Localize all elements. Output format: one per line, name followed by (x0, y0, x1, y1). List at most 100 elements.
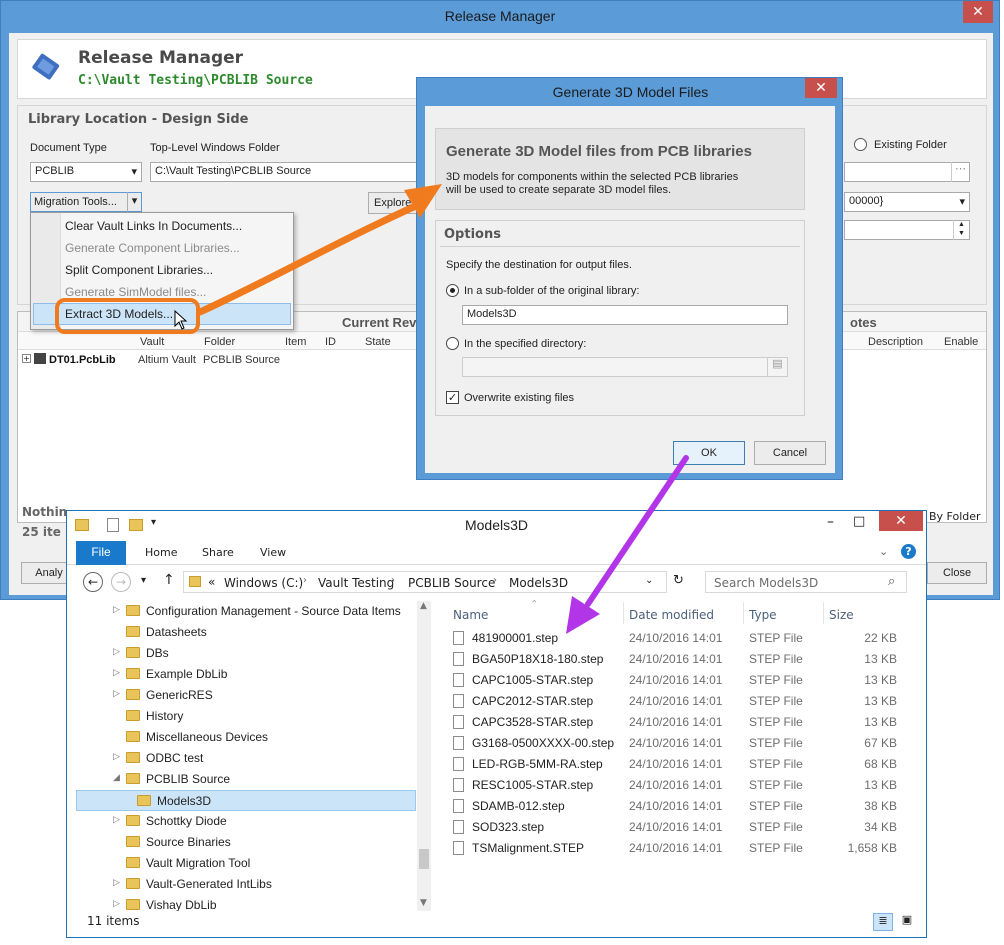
migration-tools-button[interactable]: Migration Tools... ▾ (30, 192, 142, 212)
sidebar-item[interactable]: ▷ GenericRES (67, 685, 415, 706)
chevron-right-icon[interactable]: › (391, 575, 395, 586)
sidebar-item[interactable]: History (67, 706, 415, 727)
browse-icon[interactable]: ⋯ (951, 162, 969, 182)
directory-input[interactable]: ▤ (462, 357, 788, 377)
folder-browse-icon[interactable]: ▤ (767, 357, 787, 377)
release-manager-titlebar[interactable]: Release Manager ✕ (1, 1, 999, 31)
maximize-icon[interactable]: □ (853, 514, 865, 529)
cancel-button[interactable]: Cancel (754, 441, 826, 465)
sidebar-item[interactable]: Datasheets (67, 622, 415, 643)
chevron-right-icon[interactable]: › (303, 575, 307, 586)
table-row[interactable]: CAPC2012-STAR.step 24/10/2016 14:01 STEP F… (439, 691, 926, 712)
tab-file[interactable]: File (76, 541, 126, 565)
sidebar-item[interactable]: Models3D (76, 790, 416, 811)
column-header-vault[interactable]: Vault (140, 336, 164, 348)
sidebar-item[interactable]: ▷ DBs (67, 643, 415, 664)
document-type-select[interactable]: PCBLIB ▾ (30, 162, 142, 182)
tab-view[interactable]: View (260, 546, 286, 559)
subfolder-radio[interactable] (446, 284, 459, 297)
existing-folder-input[interactable]: ⋯ (844, 162, 970, 182)
close-icon[interactable]: ✕ (879, 511, 923, 531)
chevron-up-icon[interactable]: ▲ (420, 601, 427, 611)
table-row[interactable]: LED-RGB-5MM-RA.step 24/10/2016 14:01 STEP … (439, 754, 926, 775)
breadcrumb[interactable]: « Windows (C:) › Vault Testing › PCBLIB … (183, 571, 667, 593)
close-button[interactable]: Close (927, 562, 987, 584)
chevron-right-icon[interactable]: › (493, 575, 497, 586)
chevron-right-icon[interactable]: ▷ (113, 646, 120, 657)
tab-share[interactable]: Share (202, 546, 234, 559)
menu-item-split-component-libraries[interactable]: Split Component Libraries... (65, 263, 213, 277)
column-header-date-modified[interactable]: Date modified (629, 608, 714, 622)
tab-home[interactable]: Home (145, 546, 177, 559)
chevron-down-icon[interactable]: ⌄ (645, 575, 653, 586)
table-row[interactable]: SDAMB-012.step 24/10/2016 14:01 STEP File 3… (439, 796, 926, 817)
chevron-down-icon[interactable]: ◢ (113, 772, 120, 783)
table-row[interactable]: G3168-0500XXXX-00.step 24/10/2016 14:01 ST… (439, 733, 926, 754)
up-icon[interactable]: ↑ (163, 572, 175, 588)
breadcrumb-overflow[interactable]: « (208, 575, 215, 589)
forward-icon[interactable]: → (111, 572, 131, 592)
details-view-icon[interactable]: ≣ (873, 913, 893, 931)
vault-folder-select[interactable]: 00000} ▾ (844, 192, 970, 212)
breadcrumb-item[interactable]: Vault Testing (318, 576, 394, 590)
existing-folder-radio[interactable] (854, 138, 867, 151)
chevron-right-icon[interactable]: ▷ (113, 877, 120, 888)
column-header-enable[interactable]: Enable (944, 336, 978, 348)
sidebar-item[interactable]: ▷ Schottky Diode (67, 811, 415, 832)
menu-item-generate-component-libraries[interactable]: Generate Component Libraries... (65, 241, 240, 255)
table-row[interactable]: BGA50P18X18-180.step 24/10/2016 14:01 STEP… (439, 649, 926, 670)
search-input[interactable]: Search Models3D ⌕ (705, 571, 907, 593)
chevron-right-icon[interactable]: ▷ (113, 898, 120, 909)
sidebar-item[interactable]: Source Binaries (67, 832, 415, 853)
refresh-icon[interactable]: ↻ (673, 573, 684, 588)
minimize-icon[interactable]: – (827, 514, 834, 530)
menu-item-generate-simmodel-files[interactable]: Generate SimModel files... (65, 285, 206, 299)
breadcrumb-item[interactable]: Windows (C:) (224, 576, 303, 590)
sidebar-item[interactable]: ▷ Example DbLib (67, 664, 415, 685)
folder-input[interactable]: C:\Vault Testing\PCBLIB Source (150, 162, 422, 182)
sidebar-item[interactable]: ▷ Configuration Management - Source Data … (67, 601, 415, 622)
chevron-right-icon[interactable]: ▷ (113, 688, 120, 699)
scrollbar-thumb[interactable] (419, 849, 429, 869)
table-row[interactable]: SOD323.step 24/10/2016 14:01 STEP File 34 K… (439, 817, 926, 838)
sidebar-item[interactable]: Vault Migration Tool (67, 853, 415, 874)
breadcrumb-item[interactable]: PCBLIB Source (408, 576, 495, 590)
close-icon[interactable]: ✕ (805, 78, 837, 98)
help-icon[interactable]: ? (901, 544, 916, 559)
column-header-type[interactable]: Type (749, 608, 777, 622)
column-header-id[interactable]: ID (325, 336, 336, 348)
ok-button[interactable]: OK (673, 441, 745, 465)
chevron-right-icon[interactable]: ▷ (113, 814, 120, 825)
breadcrumb-item[interactable]: Models3D (509, 576, 568, 590)
chevron-right-icon[interactable]: ▷ (113, 667, 120, 678)
chevron-down-icon[interactable]: ⌄ (879, 545, 888, 558)
table-row[interactable]: RESC1005-STAR.step 24/10/2016 14:01 STEP F… (439, 775, 926, 796)
column-header-size[interactable]: Size (829, 608, 854, 622)
table-row[interactable]: 481900001.step 24/10/2016 14:01 STEP File 2… (439, 628, 926, 649)
overwrite-checkbox[interactable]: ✓ (446, 391, 459, 404)
search-icon[interactable]: ⌕ (888, 574, 895, 589)
explorer-titlebar[interactable]: ▾ Models3D – □ ✕ (67, 511, 926, 541)
sidebar-item[interactable]: ▷ Vault-Generated IntLibs (67, 874, 415, 895)
spinner-icon[interactable]: ▲ ▼ (953, 220, 969, 240)
revision-stepper[interactable]: ▲ ▼ (844, 220, 970, 240)
chevron-down-icon[interactable]: ▼ (420, 898, 427, 908)
sidebar-item[interactable]: ▷ ODBC test (67, 748, 415, 769)
subfolder-input[interactable]: Models3D (462, 305, 788, 325)
chevron-right-icon[interactable]: ▷ (113, 751, 120, 762)
table-row[interactable]: CAPC3528-STAR.step 24/10/2016 14:01 STEP F… (439, 712, 926, 733)
column-header-description[interactable]: Description (868, 336, 923, 348)
nav-scrollbar[interactable]: ▲ ▼ (417, 601, 431, 911)
back-icon[interactable]: ← (83, 572, 103, 592)
column-header-name[interactable]: Name (453, 608, 488, 622)
sidebar-item[interactable]: Miscellaneous Devices (67, 727, 415, 748)
large-icons-view-icon[interactable]: ▣ (897, 913, 917, 931)
column-header-item[interactable]: Item (285, 336, 306, 348)
expand-icon[interactable]: + (22, 354, 31, 363)
chevron-right-icon[interactable]: ▷ (113, 604, 120, 615)
chevron-down-icon[interactable]: ▾ (141, 575, 146, 586)
column-header-folder[interactable]: Folder (204, 336, 235, 348)
menu-item-clear-vault-links[interactable]: Clear Vault Links In Documents... (65, 219, 242, 233)
directory-radio[interactable] (446, 337, 459, 350)
close-icon[interactable]: ✕ (963, 1, 993, 23)
